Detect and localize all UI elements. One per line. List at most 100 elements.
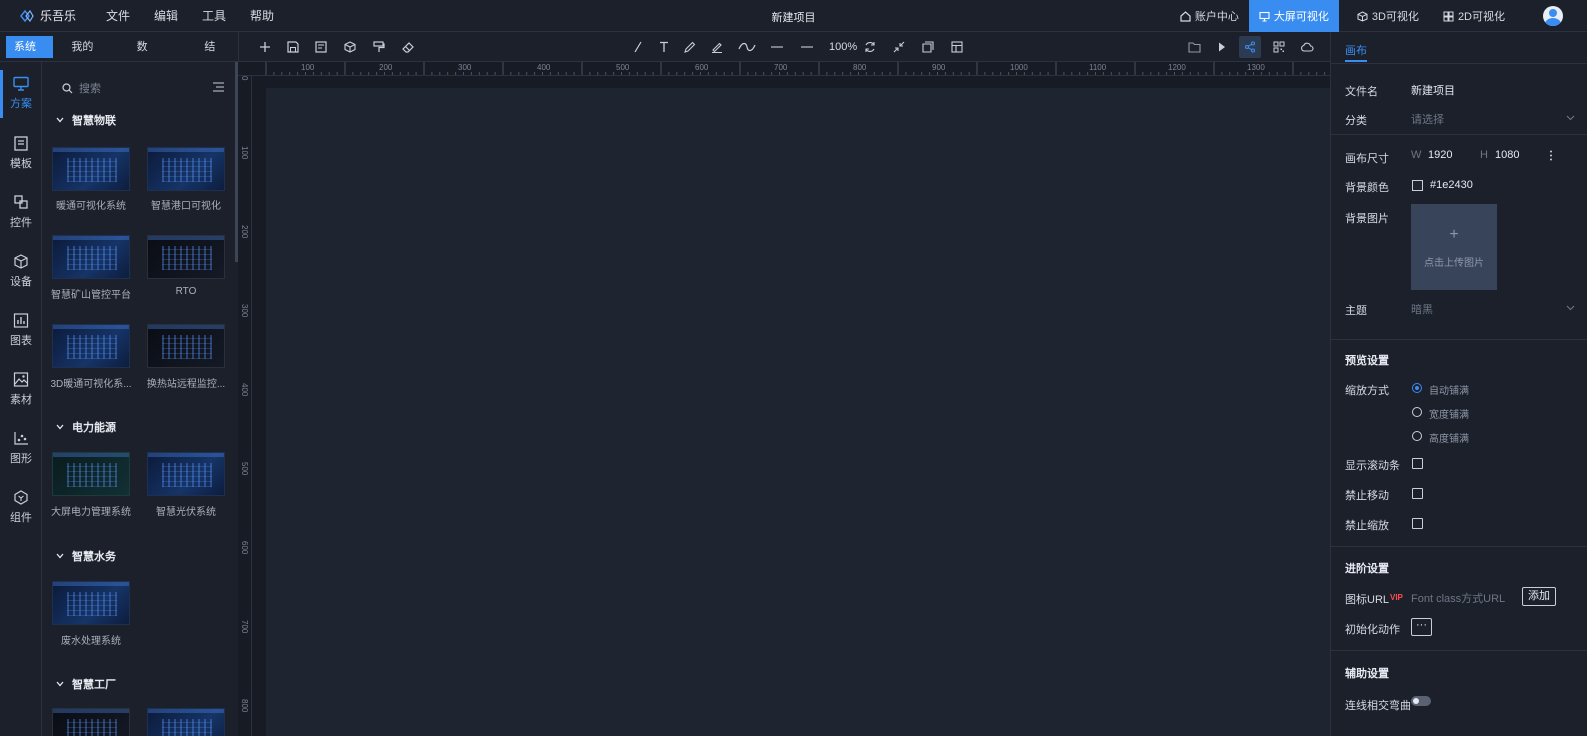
template-thumbnail[interactable] [147,452,225,496]
rail-item-charts[interactable]: 图表 [0,313,42,363]
brush-icon[interactable] [709,39,725,55]
disable-move-checkbox[interactable] [1412,488,1423,499]
scale-height-radio[interactable] [1412,431,1422,441]
app-logo[interactable]: 乐吾乐 [20,7,106,24]
line-tool-icon[interactable] [630,39,646,55]
rail-item-devices[interactable]: 设备 [0,254,42,304]
init-action-button[interactable]: ··· [1411,618,1432,636]
user-avatar[interactable] [1543,6,1563,26]
menu-tools[interactable]: 工具 [202,7,226,24]
top-right-nav: 账户中心 大屏可视化 3D可视化 2D可视化 [1170,0,1587,32]
line-cross-toggle[interactable] [1411,696,1431,706]
category-header[interactable]: 电力能源 [56,419,116,435]
shrink-icon[interactable] [891,39,907,55]
zoom-level[interactable]: 100% [829,41,857,53]
text-tool-icon[interactable] [656,39,672,55]
menu-file[interactable]: 文件 [106,7,130,24]
template-thumbnail[interactable] [52,452,130,496]
template-thumbnail[interactable] [147,708,225,736]
template-thumbnail[interactable] [147,324,225,368]
file-name-value[interactable]: 新建项目 [1411,82,1455,98]
scale-height-label[interactable]: 高度铺满 [1429,430,1469,445]
list-menu-icon[interactable] [213,82,224,92]
rail-item-controls[interactable]: 控件 [0,195,42,245]
document-icon[interactable] [313,39,329,55]
category-header[interactable]: 智慧水务 [56,548,116,564]
icon-url-label: 图标URL [1345,594,1390,606]
design-canvas[interactable] [266,88,1330,736]
category-select[interactable]: 请选择 [1411,111,1444,127]
account-center-link[interactable]: 账户中心 [1170,0,1249,32]
qrcode-icon[interactable] [1271,39,1287,55]
rail-item-materials[interactable]: 素材 [0,372,42,422]
chevron-down-icon[interactable] [1566,305,1575,311]
search-input[interactable]: 搜索 [62,80,224,96]
category-name: 智慧工厂 [72,679,116,691]
width-input[interactable]: 1920 [1428,149,1452,161]
tab-system-resources[interactable]: 系统资源 [6,35,54,75]
height-input[interactable]: 1080 [1495,149,1519,161]
menu-help[interactable]: 帮助 [250,7,274,24]
scale-width-label[interactable]: 宽度铺满 [1429,406,1469,421]
pen-icon[interactable] [682,39,698,55]
scale-auto-radio[interactable] [1412,383,1422,393]
viz-3d-tab[interactable]: 3D可视化 [1347,0,1429,32]
ruler-tick-label: 300 [240,304,249,318]
template-thumbnail[interactable] [52,581,130,625]
category-header[interactable]: 智慧物联 [56,112,116,128]
viz-2d-tab[interactable]: 2D可视化 [1433,0,1515,32]
category-header[interactable]: 智慧工厂 [56,676,116,692]
template-thumbnail[interactable] [147,147,225,191]
disable-zoom-checkbox[interactable] [1412,518,1423,529]
advanced-settings-heading: 进阶设置 [1345,563,1389,575]
more-vertical-icon[interactable] [1549,150,1553,161]
curve-tool-icon[interactable] [737,39,757,55]
rail-label: 模板 [10,158,32,170]
template-label: 废水处理系统 [61,636,121,647]
play-icon[interactable] [1214,39,1230,55]
add-button[interactable]: 添加 [1522,587,1556,606]
eraser-icon[interactable] [400,39,416,55]
tab-structure[interactable]: 结构 [196,36,228,75]
rail-item-components[interactable]: 组件 [0,490,42,540]
show-scrollbar-checkbox[interactable] [1412,458,1423,469]
cloud-icon[interactable] [1299,39,1315,55]
tab-my-resources[interactable]: 我的资源 [63,36,110,75]
cube-icon[interactable] [342,39,358,55]
chevron-down-icon[interactable] [1566,115,1575,121]
layer-icon[interactable] [920,39,936,55]
scale-auto-label[interactable]: 自动铺满 [1429,382,1469,397]
template-thumbnail[interactable] [52,235,130,279]
rail-item-shapes[interactable]: 图形 [0,431,42,481]
ruler-tick-label: 700 [240,620,249,634]
bg-color-label: 背景颜色 [1345,182,1389,194]
template-thumbnail[interactable] [147,235,225,279]
line-end-icon[interactable] [799,39,815,55]
rail-item-templates[interactable]: 模板 [0,136,42,186]
format-painter-icon[interactable] [371,39,387,55]
scale-width-radio[interactable] [1412,407,1422,417]
bigscreen-viz-tab[interactable]: 大屏可视化 [1248,0,1339,32]
tab-canvas[interactable]: 画布 [1345,42,1367,58]
bg-image-upload[interactable]: + 点击上传图片 [1411,204,1497,290]
folder-icon[interactable] [1186,39,1202,55]
template-label: 智慧矿山管控平台 [51,290,131,301]
refresh-icon[interactable] [862,39,878,55]
icon-url-input[interactable]: Font class方式URL [1411,590,1505,606]
add-icon[interactable] [257,39,273,55]
template-thumbnail[interactable] [52,708,130,736]
rail-item-solutions[interactable]: 方案 [0,70,42,126]
disable-zoom-label: 禁止缩放 [1345,520,1389,532]
bg-color-value[interactable]: #1e2430 [1430,179,1473,191]
theme-select[interactable]: 暗黑 [1411,301,1433,317]
line-start-icon[interactable] [769,39,785,55]
save-icon[interactable] [285,39,301,55]
bg-color-swatch[interactable] [1412,180,1423,191]
tab-data[interactable]: 数据 [129,36,161,75]
template-thumbnail[interactable] [52,147,130,191]
resource-tabs: 系统资源 我的资源 数据 结构 [0,32,238,75]
template-thumbnail[interactable] [52,324,130,368]
menu-edit[interactable]: 编辑 [154,7,178,24]
share-icon[interactable] [1239,36,1261,58]
layout-icon[interactable] [949,39,965,55]
